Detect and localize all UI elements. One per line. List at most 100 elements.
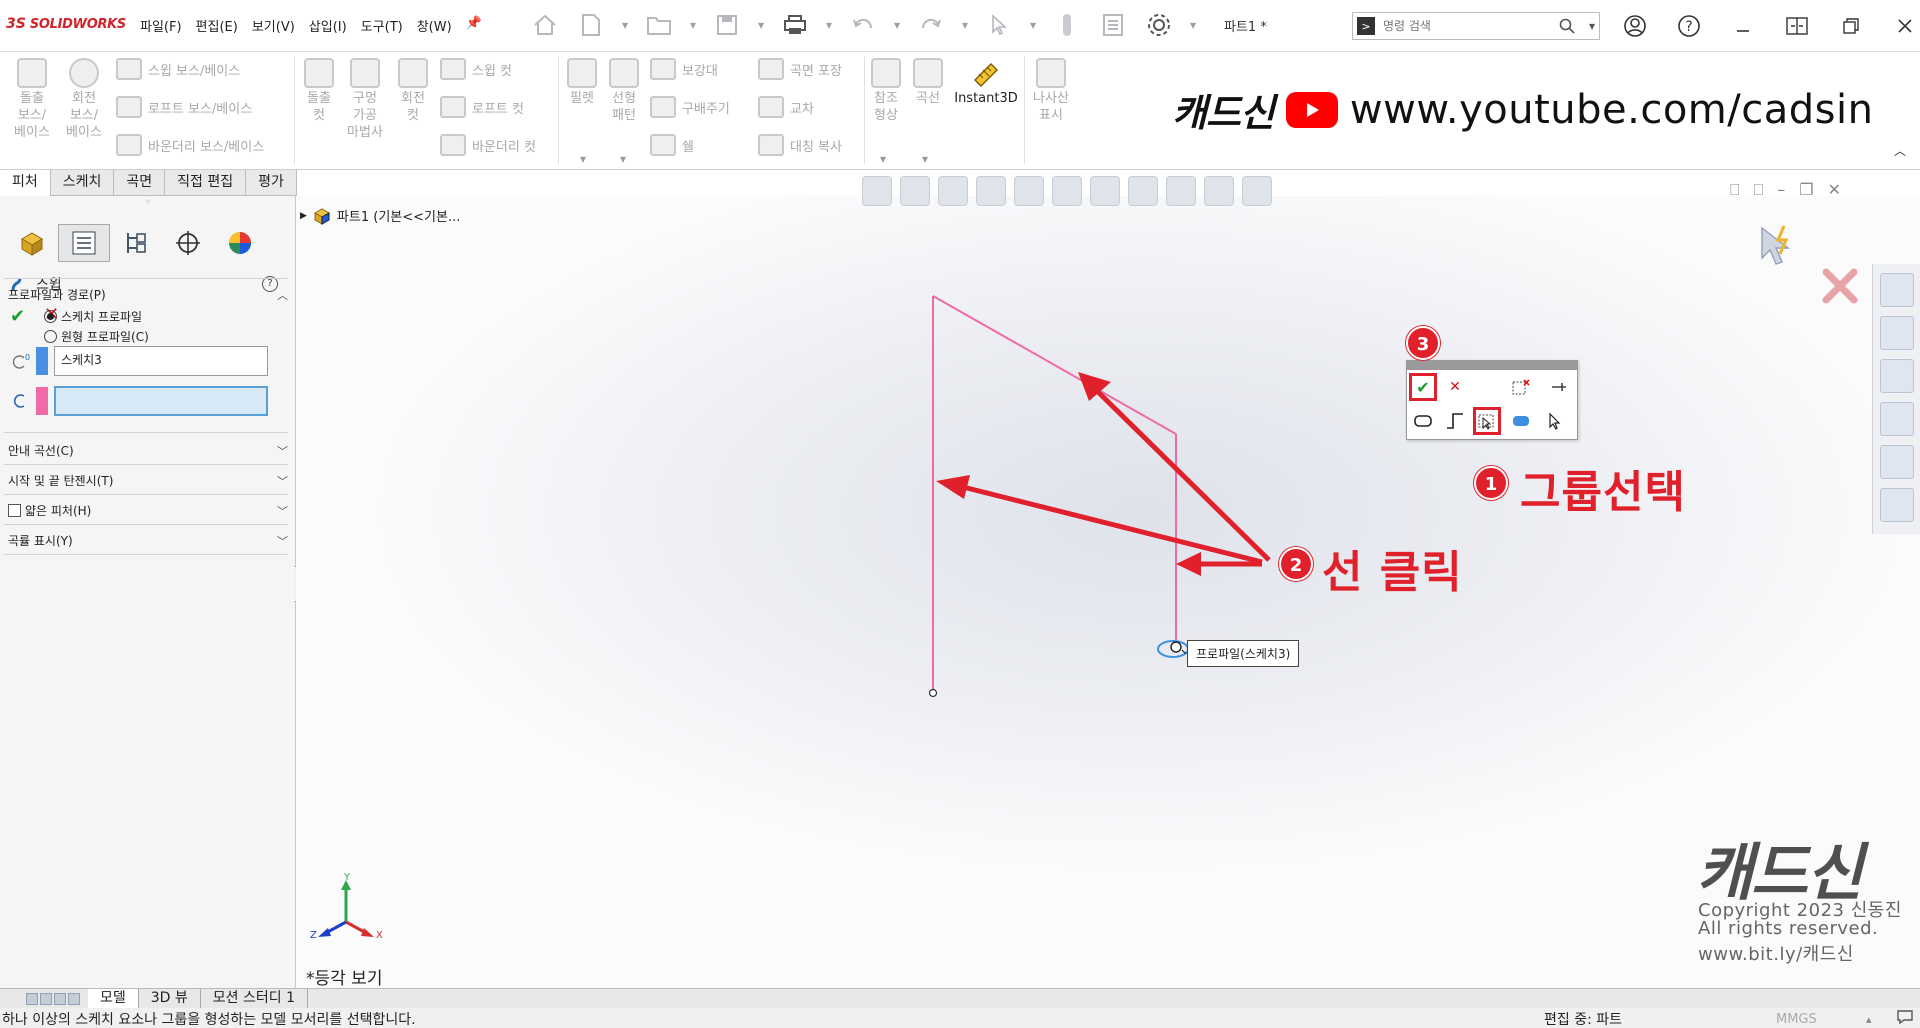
radio-circular-profile[interactable]: 원형 프로파일(C) <box>44 328 149 345</box>
status-units[interactable]: MMGS <box>1776 1010 1817 1028</box>
split-view-icon[interactable] <box>1774 10 1820 42</box>
chevron-down-icon[interactable]: ▾ <box>880 152 886 166</box>
sketch-line-diagonal[interactable] <box>932 295 1177 435</box>
linear-pattern-button[interactable]: 선형 패턴 <box>604 58 644 124</box>
select-closed-loop-icon[interactable] <box>1409 407 1437 435</box>
menu-edit[interactable]: 편집(E) <box>196 16 238 35</box>
sketch-geometry[interactable] <box>296 196 1872 988</box>
close-icon[interactable] <box>1882 10 1920 42</box>
chevron-up-icon[interactable]: ▴ <box>1866 1010 1872 1028</box>
home-icon[interactable] <box>528 8 562 42</box>
fillet-button[interactable]: 필렛 <box>562 58 602 107</box>
cosmetic-thread-button[interactable]: 나사산 표시 <box>1028 58 1074 124</box>
minimize-icon[interactable] <box>1720 10 1766 42</box>
section-profile-path[interactable]: 프로파일과 경로(P) ︿ <box>8 286 288 303</box>
mirror-button[interactable]: 대칭 복사 <box>758 134 842 156</box>
tab-sketch[interactable]: 스케치 <box>51 170 115 196</box>
intersect-button[interactable]: 교차 <box>758 96 814 118</box>
open-folder-icon[interactable] <box>642 8 676 42</box>
user-account-icon[interactable] <box>1612 10 1658 42</box>
scroll-next-icon[interactable] <box>54 992 66 1005</box>
menu-view[interactable]: 보기(V) <box>252 16 295 35</box>
path-selection-box[interactable] <box>54 386 268 416</box>
chevron-down-icon[interactable]: ▾ <box>892 8 902 42</box>
solidworks-resources-icon[interactable] <box>1879 273 1914 307</box>
file-properties-icon[interactable] <box>1096 8 1130 42</box>
instant3d-button[interactable]: Instant3D <box>954 58 1018 107</box>
chevron-down-icon[interactable]: ▾ <box>922 152 928 166</box>
loft-boss-button[interactable]: 로프트 보스/베이스 <box>116 96 252 118</box>
print-icon[interactable] <box>778 8 812 42</box>
chevron-down-icon[interactable]: ▾ <box>824 8 834 42</box>
tab-direct-editing[interactable]: 직접 편집 <box>165 170 247 196</box>
solidworks-logo[interactable]: 3S SOLIDWORKS <box>6 16 126 32</box>
design-library-icon[interactable] <box>1879 316 1914 350</box>
dimxpert-tab-icon[interactable] <box>162 224 214 262</box>
restore-icon[interactable] <box>1828 10 1874 42</box>
radio-unselected-icon[interactable] <box>44 330 57 343</box>
select-region-icon[interactable] <box>1507 407 1535 435</box>
chevron-down-icon[interactable]: ﹀ <box>277 503 288 519</box>
tab-surfaces[interactable]: 곡면 <box>114 170 166 196</box>
tab-evaluate[interactable]: 평가 <box>246 170 297 196</box>
sketch-endpoint[interactable] <box>928 688 938 698</box>
chevron-down-icon[interactable]: ﹀ <box>277 533 288 549</box>
thin-feature-checkbox-row[interactable]: 얇은 피처(H) <box>8 502 91 519</box>
chevron-down-icon[interactable]: ▾ <box>1028 8 1038 42</box>
boundary-cut-button[interactable]: 바운더리 컷 <box>440 134 536 156</box>
tab-motion-study[interactable]: 모션 스터디 1 <box>201 988 309 1009</box>
chevron-down-icon[interactable]: ▾ <box>620 152 626 166</box>
chevron-down-icon[interactable]: ▾ <box>580 152 586 166</box>
extrude-boss-button[interactable]: 돌출 보스/ 베이스 <box>10 58 54 141</box>
extrude-cut-button[interactable]: 돌출 컷 <box>298 58 340 124</box>
redo-icon[interactable] <box>914 8 948 42</box>
tab-model[interactable]: 모델 <box>88 988 139 1009</box>
radio-sketch-profile[interactable]: 스케치 프로파일 <box>44 308 142 325</box>
scroll-first-icon[interactable] <box>26 992 38 1005</box>
boundary-boss-button[interactable]: 바운더리 보스/베이스 <box>116 134 264 156</box>
rebuild-icon[interactable] <box>1050 8 1084 42</box>
shell-button[interactable]: 쉘 <box>650 134 694 156</box>
standard-selection-icon[interactable] <box>1541 407 1569 435</box>
view-palette-icon[interactable] <box>1879 402 1914 436</box>
hole-wizard-button[interactable]: 구멍 가공 마법사 <box>344 58 386 141</box>
wrap-button[interactable]: 곡면 포장 <box>758 58 842 80</box>
clear-selection-icon[interactable] <box>1507 373 1535 401</box>
sweep-cut-button[interactable]: 스윕 컷 <box>440 58 512 80</box>
select-group-icon[interactable] <box>1473 407 1501 435</box>
gear-icon[interactable] <box>1142 8 1176 42</box>
menu-file[interactable]: 파일(F) <box>140 16 182 35</box>
appearances-icon[interactable] <box>1879 445 1914 479</box>
chevron-down-icon[interactable]: ▾ <box>960 8 970 42</box>
collapse-ribbon-icon[interactable]: ︿ <box>1894 142 1906 159</box>
rib-button[interactable]: 보강대 <box>650 58 718 80</box>
selection-ok-button[interactable]: ✔ <box>1409 373 1437 401</box>
chevron-down-icon[interactable]: ▾ <box>620 8 630 42</box>
tab-features[interactable]: 피처 <box>0 170 51 196</box>
pin-icon[interactable] <box>1545 373 1573 401</box>
chevron-down-icon[interactable]: ▾ <box>1589 19 1599 33</box>
scroll-prev-icon[interactable] <box>40 992 52 1005</box>
sketch-path-lines[interactable] <box>928 295 1177 698</box>
radio-selected-icon[interactable] <box>44 310 57 323</box>
display-manager-tab-icon[interactable] <box>214 224 266 262</box>
scroll-last-icon[interactable] <box>68 992 80 1005</box>
selection-cancel-button[interactable]: ✕ <box>1441 373 1469 401</box>
panel-grip[interactable]: ◦ <box>0 196 296 224</box>
section-guide-curves[interactable]: 안내 곡선(C) ﹀ <box>8 442 288 459</box>
undo-icon[interactable] <box>846 8 880 42</box>
curves-button[interactable]: 곡선 <box>908 58 948 107</box>
file-explorer-icon[interactable] <box>1879 359 1914 393</box>
section-thin-feature[interactable]: 얇은 피처(H) ﹀ <box>8 502 288 519</box>
chevron-down-icon[interactable]: ▾ <box>756 8 766 42</box>
chevron-down-icon[interactable]: ﹀ <box>277 473 288 489</box>
command-search-box[interactable]: > ▾ <box>1352 12 1600 40</box>
search-icon[interactable] <box>1559 18 1581 34</box>
chevron-down-icon[interactable]: ▾ <box>688 8 698 42</box>
revolve-boss-button[interactable]: 회전 보스/ 베이스 <box>62 58 106 141</box>
select-open-loop-icon[interactable] <box>1441 407 1469 435</box>
help-icon[interactable]: ? <box>1666 10 1712 42</box>
chevron-down-icon[interactable]: ▾ <box>1188 8 1198 42</box>
chevron-down-icon[interactable]: ﹀ <box>277 443 288 459</box>
ok-button[interactable]: ✔ <box>10 306 25 327</box>
